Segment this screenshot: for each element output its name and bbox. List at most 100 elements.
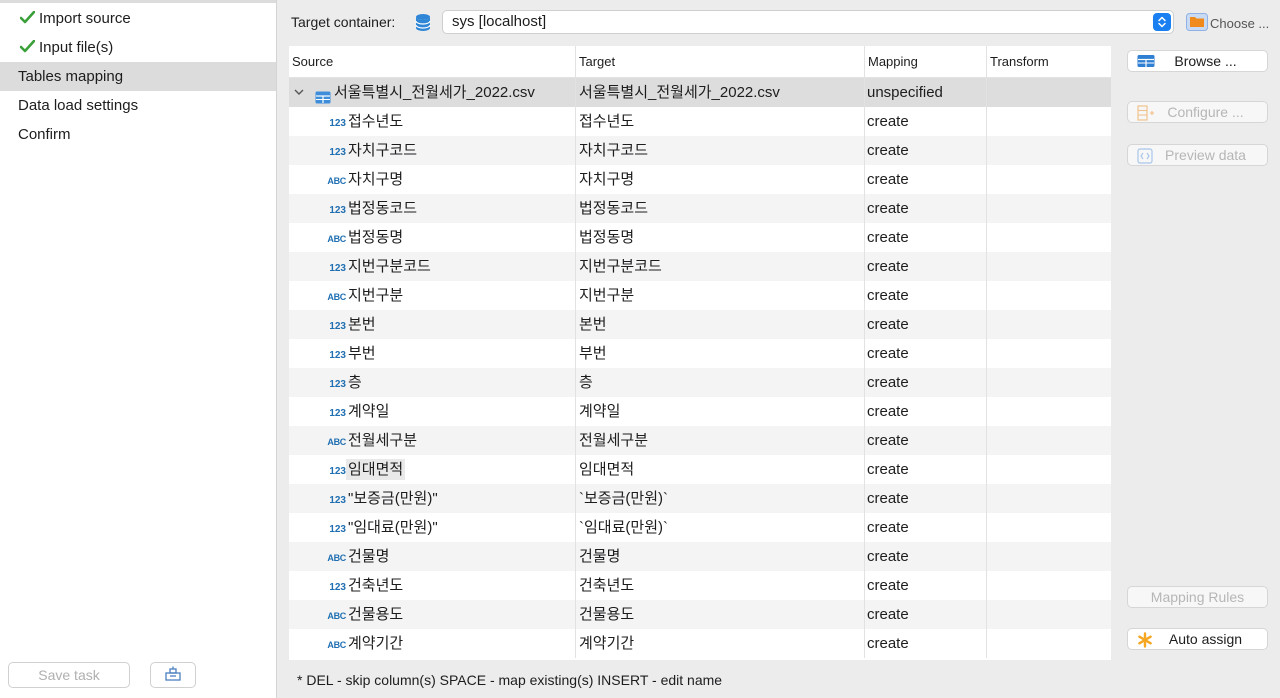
transform-cell[interactable] [987, 107, 1111, 136]
step-import-source[interactable]: Import source [0, 4, 276, 33]
target-cell[interactable]: 접수년도 [576, 107, 865, 136]
transform-cell[interactable] [987, 542, 1111, 571]
mapping-cell[interactable]: create [865, 484, 987, 513]
table-row[interactable]: 123 접수년도 접수년도 create [289, 107, 1111, 136]
mapping-cell[interactable]: create [865, 455, 987, 484]
target-cell[interactable]: 자치구코드 [576, 136, 865, 165]
table-row[interactable]: 123 계약일 계약일 create [289, 397, 1111, 426]
mapping-cell[interactable]: create [865, 107, 987, 136]
table-row[interactable]: ABC 자치구명 자치구명 create [289, 165, 1111, 194]
target-cell[interactable]: 건물용도 [576, 600, 865, 629]
transform-cell[interactable] [987, 368, 1111, 397]
mapping-rules-button[interactable]: Mapping Rules [1127, 586, 1268, 608]
table-row-file[interactable]: 서울특별시_전월세가_2022.csv 서울특별시_전월세가_2022.csv … [289, 78, 1111, 107]
table-row[interactable]: 123 자치구코드 자치구코드 create [289, 136, 1111, 165]
mapping-cell[interactable]: create [865, 426, 987, 455]
configure-button[interactable]: Configure ... [1127, 101, 1268, 123]
table-row[interactable]: 123 지번구분코드 지번구분코드 create [289, 252, 1111, 281]
mapping-cell[interactable]: create [865, 600, 987, 629]
target-cell[interactable]: 서울특별시_전월세가_2022.csv [576, 78, 865, 107]
mapping-cell[interactable]: create [865, 223, 987, 252]
table-row[interactable]: ABC 법정동명 법정동명 create [289, 223, 1111, 252]
target-cell[interactable]: `보증금(만원)` [576, 484, 865, 513]
table-row[interactable]: ABC 건물명 건물명 create [289, 542, 1111, 571]
task-config-button[interactable] [150, 662, 196, 688]
table-row[interactable]: 123 임대면적 임대면적 create [289, 455, 1111, 484]
target-cell[interactable]: 건물명 [576, 542, 865, 571]
transform-cell[interactable] [987, 223, 1111, 252]
mapping-cell[interactable]: create [865, 368, 987, 397]
mapping-cell[interactable]: create [865, 194, 987, 223]
transform-cell[interactable] [987, 310, 1111, 339]
transform-cell[interactable] [987, 252, 1111, 281]
transform-cell[interactable] [987, 629, 1111, 658]
target-cell[interactable]: 법정동명 [576, 223, 865, 252]
source-column-name: 건물명 [348, 548, 390, 565]
mapping-cell[interactable]: create [865, 281, 987, 310]
target-cell[interactable]: 지번구분 [576, 281, 865, 310]
target-cell[interactable]: 법정동코드 [576, 194, 865, 223]
table-row[interactable]: 123 본번 본번 create [289, 310, 1111, 339]
target-cell[interactable]: `임대료(만원)` [576, 513, 865, 542]
column-header-source[interactable]: Source [289, 46, 576, 77]
mapping-cell[interactable]: create [865, 397, 987, 426]
table-row[interactable]: 123 "임대료(만원)" `임대료(만원)` create [289, 513, 1111, 542]
target-container-select[interactable]: sys [localhost] [442, 10, 1174, 34]
transform-cell[interactable] [987, 281, 1111, 310]
transform-cell[interactable] [987, 136, 1111, 165]
step-tables-mapping[interactable]: Tables mapping [0, 62, 276, 91]
target-cell[interactable]: 전월세구분 [576, 426, 865, 455]
transform-cell[interactable] [987, 194, 1111, 223]
table-row[interactable]: 123 부번 부번 create [289, 339, 1111, 368]
transform-cell[interactable] [987, 165, 1111, 194]
mapping-cell[interactable]: create [865, 513, 987, 542]
preview-data-button[interactable]: Preview data [1127, 144, 1268, 166]
transform-cell[interactable] [987, 571, 1111, 600]
table-row[interactable]: 123 층 층 create [289, 368, 1111, 397]
transform-cell[interactable] [987, 600, 1111, 629]
choose-container-button[interactable]: Choose ... [1186, 13, 1269, 34]
step-data-load-settings[interactable]: Data load settings [0, 91, 276, 120]
table-row[interactable]: ABC 전월세구분 전월세구분 create [289, 426, 1111, 455]
transform-cell[interactable] [987, 397, 1111, 426]
table-row[interactable]: 123 법정동코드 법정동코드 create [289, 194, 1111, 223]
target-cell[interactable]: 본번 [576, 310, 865, 339]
transform-cell[interactable] [987, 426, 1111, 455]
transform-cell[interactable] [987, 339, 1111, 368]
mapping-cell[interactable]: unspecified [865, 78, 987, 107]
browse-button[interactable]: Browse ... [1127, 50, 1268, 72]
table-row[interactable]: 123 건축년도 건축년도 create [289, 571, 1111, 600]
mapping-cell[interactable]: create [865, 252, 987, 281]
target-cell[interactable]: 건축년도 [576, 571, 865, 600]
target-cell[interactable]: 층 [576, 368, 865, 397]
mapping-cell[interactable]: create [865, 165, 987, 194]
column-header-target[interactable]: Target [576, 46, 865, 77]
column-header-mapping[interactable]: Mapping [865, 46, 987, 77]
auto-assign-button[interactable]: Auto assign [1127, 628, 1268, 650]
transform-cell[interactable] [987, 513, 1111, 542]
target-cell[interactable]: 임대면적 [576, 455, 865, 484]
table-row[interactable]: ABC 건물용도 건물용도 create [289, 600, 1111, 629]
table-row[interactable]: ABC 지번구분 지번구분 create [289, 281, 1111, 310]
transform-cell[interactable] [987, 484, 1111, 513]
target-cell[interactable]: 자치구명 [576, 165, 865, 194]
target-cell[interactable]: 계약일 [576, 397, 865, 426]
mapping-cell[interactable]: create [865, 542, 987, 571]
mapping-cell[interactable]: create [865, 571, 987, 600]
mapping-cell[interactable]: create [865, 136, 987, 165]
mapping-cell[interactable]: create [865, 339, 987, 368]
table-row[interactable]: ABC 계약기간 계약기간 create [289, 629, 1111, 658]
transform-cell[interactable] [987, 78, 1111, 107]
chevron-down-icon[interactable] [293, 78, 305, 107]
target-cell[interactable]: 계약기간 [576, 629, 865, 658]
transform-cell[interactable] [987, 455, 1111, 484]
save-task-button[interactable]: Save task [8, 662, 130, 688]
table-row[interactable]: 123 "보증금(만원)" `보증금(만원)` create [289, 484, 1111, 513]
step-confirm[interactable]: Confirm [0, 120, 276, 149]
mapping-cell[interactable]: create [865, 629, 987, 658]
column-header-transform[interactable]: Transform [987, 46, 1111, 77]
step-input-files[interactable]: Input file(s) [0, 33, 276, 62]
target-cell[interactable]: 부번 [576, 339, 865, 368]
target-cell[interactable]: 지번구분코드 [576, 252, 865, 281]
mapping-cell[interactable]: create [865, 310, 987, 339]
